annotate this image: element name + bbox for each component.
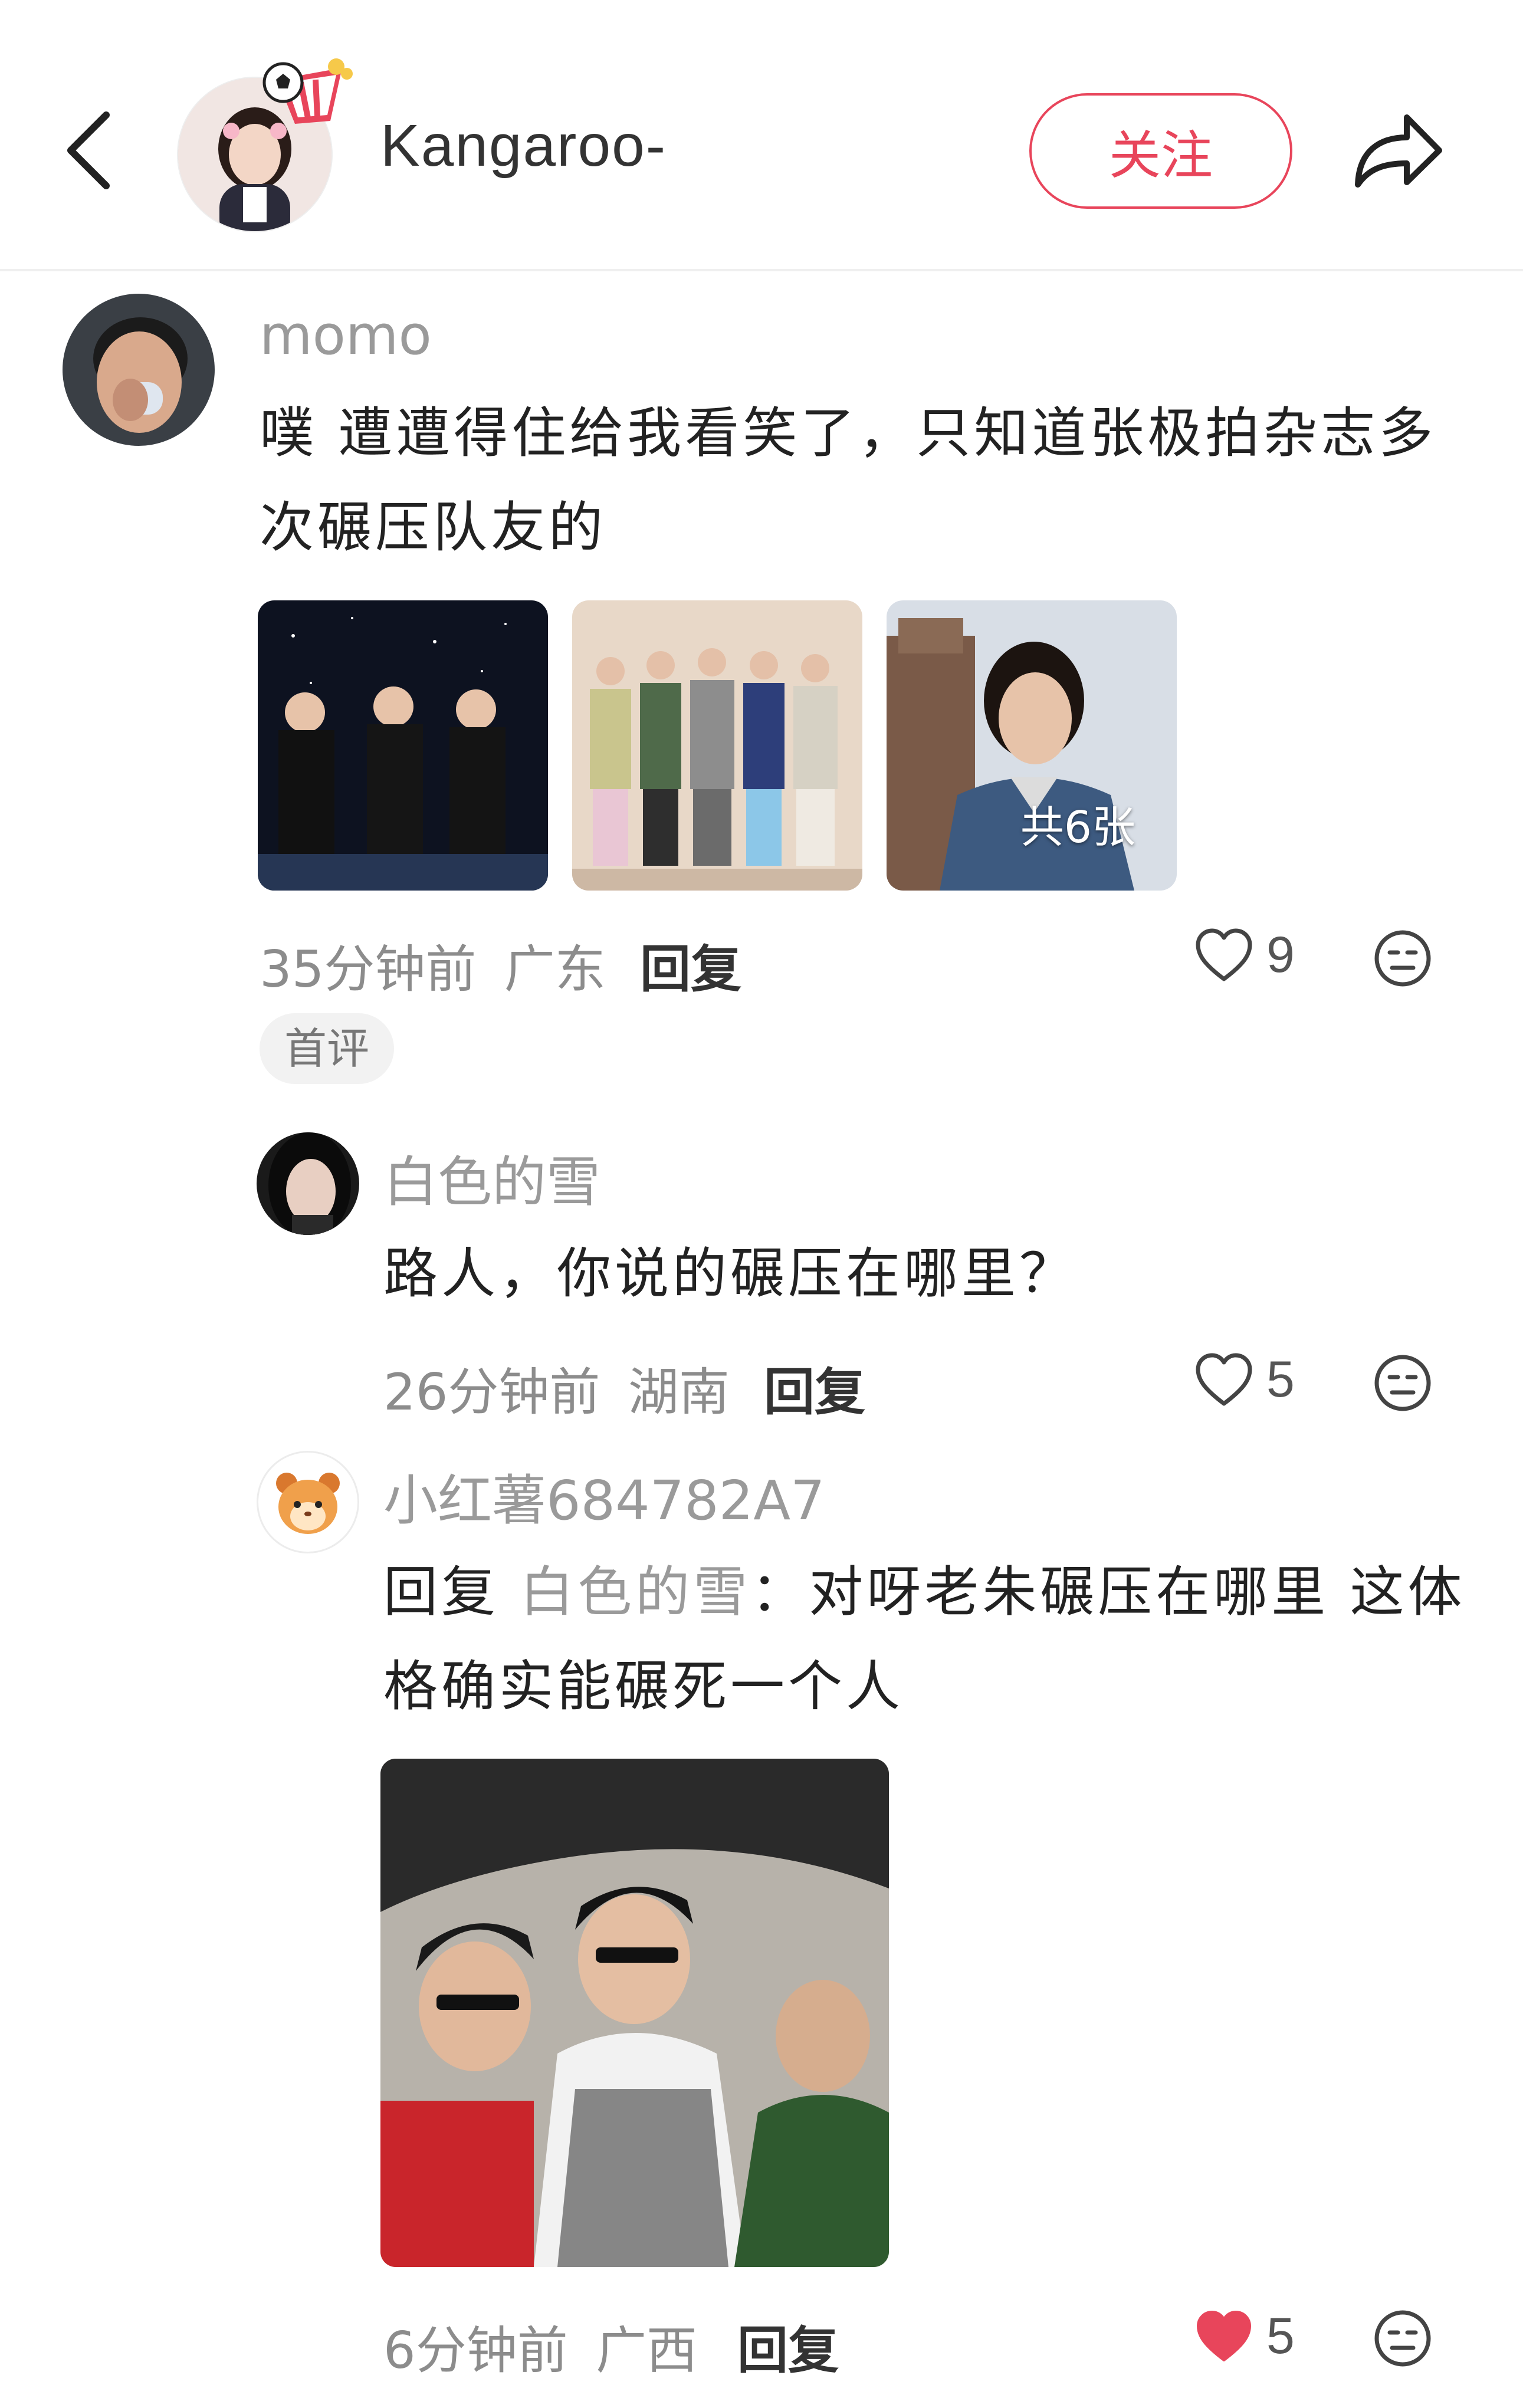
follow-button-label: 关注 (1108, 124, 1213, 186)
hamster-avatar-icon (276, 1473, 340, 1534)
meh-face-icon (1374, 2310, 1431, 2367)
reply-image[interactable] (380, 1759, 889, 2267)
reply-text: 回复 白色的雪：对呀老朱碾压在哪里 这体格确实能碾死一个人 (383, 1545, 1492, 1734)
comment-image[interactable]: 共6张 (887, 600, 1177, 891)
header-divider (0, 269, 1523, 271)
like-count: 9 (1266, 927, 1295, 983)
reply-location: 广西 (596, 2321, 698, 2380)
reply-prefix: 回复 (383, 1561, 520, 1624)
comment-time: 35分钟前 (260, 940, 477, 999)
reply-button[interactable]: 回复 (764, 1351, 865, 1424)
top-bar: Kangaroo- 关注 (0, 0, 1523, 269)
football-badge-icon (254, 56, 354, 133)
reply-time: 26分钟前 (383, 1363, 600, 1422)
meh-face-icon (1374, 930, 1431, 987)
meh-face-icon (1374, 1355, 1431, 1411)
reply-time: 6分钟前 (383, 2321, 568, 2380)
like-count: 5 (1266, 2308, 1295, 2364)
replier-avatar-image (257, 1132, 359, 1235)
emoji-reaction-button[interactable] (1373, 1354, 1432, 1415)
commenter-avatar[interactable] (63, 294, 215, 446)
like-count: 5 (1266, 1351, 1295, 1408)
comment-image-2 (572, 600, 862, 891)
like-button[interactable]: 9 (1194, 926, 1295, 984)
heart-outline-icon (1196, 928, 1252, 981)
author-name[interactable]: Kangaroo- (380, 112, 667, 180)
replier-username[interactable]: 白色的雪 (383, 1138, 600, 1217)
reply-image-photo (380, 1759, 889, 2267)
reply-meta: 6分钟前 广西 (383, 2309, 697, 2383)
like-button[interactable]: 5 (1194, 2307, 1295, 2366)
comment-image-1 (258, 600, 548, 891)
reply-button[interactable]: 回复 (640, 928, 741, 1001)
comment-image[interactable] (258, 600, 548, 891)
comment-meta: 35分钟前 广东 (260, 928, 606, 1001)
follow-button[interactable]: 关注 (1029, 93, 1292, 209)
more-images-badge: 共6张 (1020, 802, 1135, 853)
comment-location: 广东 (504, 940, 606, 999)
reply-meta: 26分钟前 湖南 (383, 1351, 730, 1424)
replier-avatar[interactable] (257, 1451, 359, 1553)
reply-button[interactable]: 回复 (737, 2309, 839, 2383)
share-button[interactable] (1348, 103, 1448, 198)
replier-avatar[interactable] (257, 1132, 359, 1235)
like-button[interactable]: 5 (1194, 1351, 1295, 1409)
reply-target-username[interactable]: 白色的雪 (520, 1561, 751, 1624)
comment-image[interactable] (572, 600, 862, 891)
replier-username[interactable]: 小红薯684782A7 (383, 1457, 825, 1535)
reply-text: 路人，你说的碾压在哪里？ (383, 1242, 1078, 1305)
comment-text: 噗 遭遭得住给我看笑了，只知道张极拍杂志多次碾压队友的 (260, 402, 1437, 559)
emoji-reaction-button[interactable] (1373, 929, 1432, 990)
share-icon (1355, 114, 1442, 188)
heart-filled-icon (1197, 2310, 1251, 2361)
chevron-left-icon (67, 111, 110, 189)
first-comment-badge: 首评 (260, 1013, 395, 1084)
emoji-reaction-button[interactable] (1373, 2309, 1432, 2370)
back-button[interactable] (53, 100, 124, 201)
reply-location: 湖南 (628, 1363, 730, 1422)
commenter-username[interactable]: momo (260, 304, 432, 367)
heart-outline-icon (1196, 1353, 1252, 1405)
commenter-avatar-image (63, 294, 215, 446)
